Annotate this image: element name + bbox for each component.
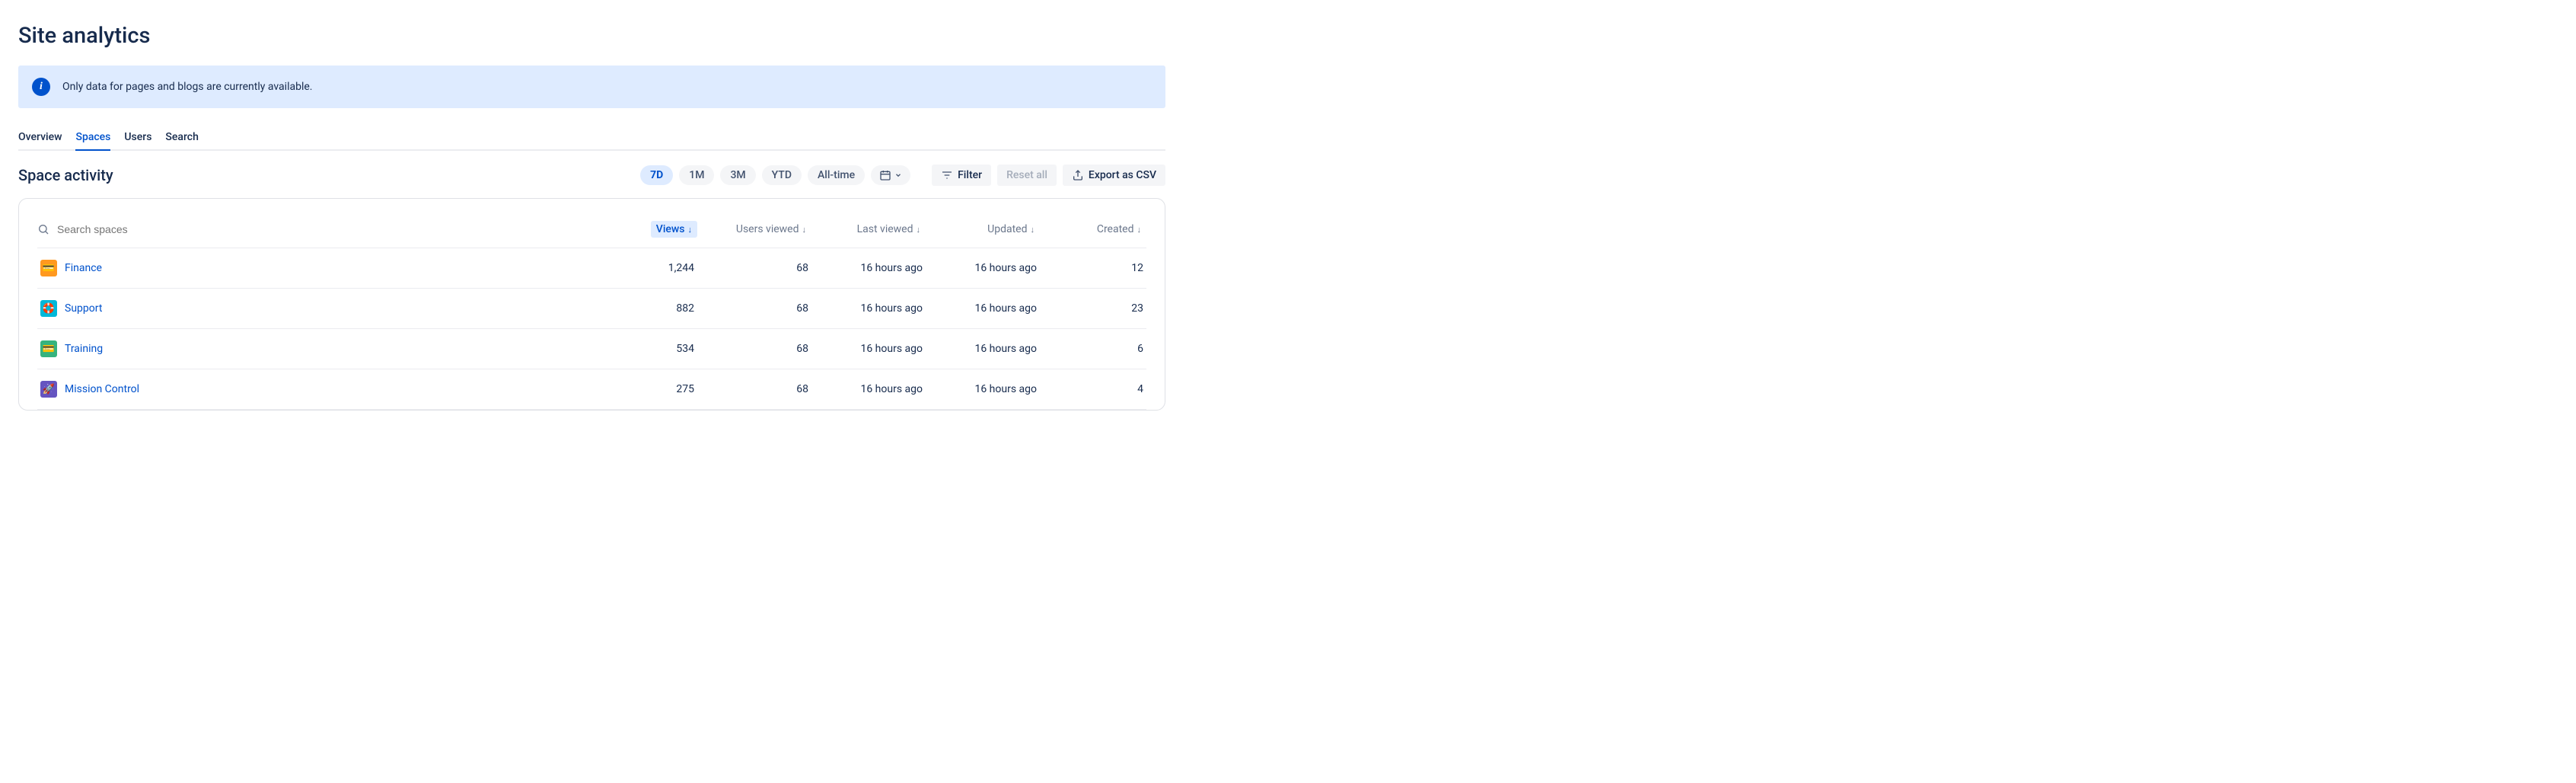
col-created-label: Created (1097, 223, 1134, 235)
info-banner-text: Only data for pages and blogs are curren… (62, 81, 312, 93)
space-link[interactable]: Training (65, 343, 103, 355)
space-icon: 🛟 (40, 300, 57, 317)
space-icon: 🚀 (40, 381, 57, 398)
cell-last: 16 hours ago (811, 369, 926, 410)
col-views[interactable]: Views ↓ (606, 211, 697, 248)
tab-search[interactable]: Search (165, 131, 198, 151)
cell-views: 882 (606, 289, 697, 329)
calendar-icon (879, 169, 891, 181)
range-7d[interactable]: 7D (640, 165, 673, 185)
col-users-viewed[interactable]: Users viewed ↓ (697, 211, 811, 248)
cell-created: 4 (1040, 369, 1146, 410)
cell-created: 23 (1040, 289, 1146, 329)
sort-down-icon: ↓ (1137, 225, 1142, 235)
space-icon: 💳 (40, 260, 57, 276)
col-updated-label: Updated (987, 223, 1027, 235)
date-picker[interactable] (871, 165, 910, 185)
cell-updated: 16 hours ago (926, 369, 1040, 410)
space-link[interactable]: Support (65, 302, 102, 315)
col-views-label: Views (656, 223, 685, 235)
export-icon (1072, 169, 1084, 181)
tab-users[interactable]: Users (124, 131, 151, 151)
sort-down-icon: ↓ (1031, 225, 1035, 235)
cell-views: 1,244 (606, 248, 697, 289)
chevron-down-icon (894, 171, 902, 179)
cell-views: 275 (606, 369, 697, 410)
range-1m[interactable]: 1M (679, 165, 714, 185)
search-input[interactable] (57, 223, 209, 235)
cell-created: 12 (1040, 248, 1146, 289)
col-last-label: Last viewed (857, 223, 913, 235)
sort-down-icon: ↓ (688, 225, 693, 235)
space-link[interactable]: Finance (65, 262, 102, 274)
table-row: 💳 Training 534 68 16 hours ago 16 hours … (37, 329, 1146, 369)
tab-overview[interactable]: Overview (18, 131, 62, 151)
range-3m[interactable]: 3M (720, 165, 755, 185)
search-icon (37, 223, 49, 235)
cell-users: 68 (697, 369, 811, 410)
range-ytd[interactable]: YTD (762, 165, 802, 185)
cell-updated: 16 hours ago (926, 289, 1040, 329)
table-row: 🚀 Mission Control 275 68 16 hours ago 16… (37, 369, 1146, 410)
tabs: Overview Spaces Users Search (18, 131, 1165, 151)
reset-button[interactable]: Reset all (997, 165, 1057, 186)
cell-updated: 16 hours ago (926, 329, 1040, 369)
range-alltime[interactable]: All-time (808, 165, 865, 185)
cell-last: 16 hours ago (811, 329, 926, 369)
table-row: 🛟 Support 882 68 16 hours ago 16 hours a… (37, 289, 1146, 329)
space-link[interactable]: Mission Control (65, 383, 139, 395)
filter-label: Filter (958, 169, 982, 181)
cell-users: 68 (697, 248, 811, 289)
col-users-label: Users viewed (736, 223, 799, 235)
export-button[interactable]: Export as CSV (1063, 165, 1165, 186)
cell-views: 534 (606, 329, 697, 369)
export-label: Export as CSV (1089, 169, 1156, 181)
table-row: 💳 Finance 1,244 68 16 hours ago 16 hours… (37, 248, 1146, 289)
cell-last: 16 hours ago (811, 289, 926, 329)
cell-last: 16 hours ago (811, 248, 926, 289)
sort-down-icon: ↓ (802, 225, 807, 235)
page-title: Site analytics (18, 23, 1165, 49)
cell-updated: 16 hours ago (926, 248, 1040, 289)
info-banner: i Only data for pages and blogs are curr… (18, 66, 1165, 108)
info-icon: i (32, 78, 50, 96)
tab-spaces[interactable]: Spaces (75, 131, 110, 151)
activity-card: Views ↓ Users viewed ↓ Last viewed (18, 198, 1165, 411)
cell-created: 6 (1040, 329, 1146, 369)
col-updated[interactable]: Updated ↓ (926, 211, 1040, 248)
space-table: Views ↓ Users viewed ↓ Last viewed (37, 211, 1146, 410)
section-title: Space activity (18, 166, 113, 184)
cell-users: 68 (697, 289, 811, 329)
space-icon: 💳 (40, 340, 57, 357)
sort-down-icon: ↓ (917, 225, 921, 235)
col-created[interactable]: Created ↓ (1040, 211, 1146, 248)
col-last-viewed[interactable]: Last viewed ↓ (811, 211, 926, 248)
reset-label: Reset all (1006, 169, 1047, 181)
filter-button[interactable]: Filter (932, 165, 991, 186)
search-wrap (37, 219, 606, 240)
controls: 7D 1M 3M YTD All-time Filter Re (640, 165, 1165, 186)
cell-users: 68 (697, 329, 811, 369)
filter-icon (941, 169, 953, 181)
